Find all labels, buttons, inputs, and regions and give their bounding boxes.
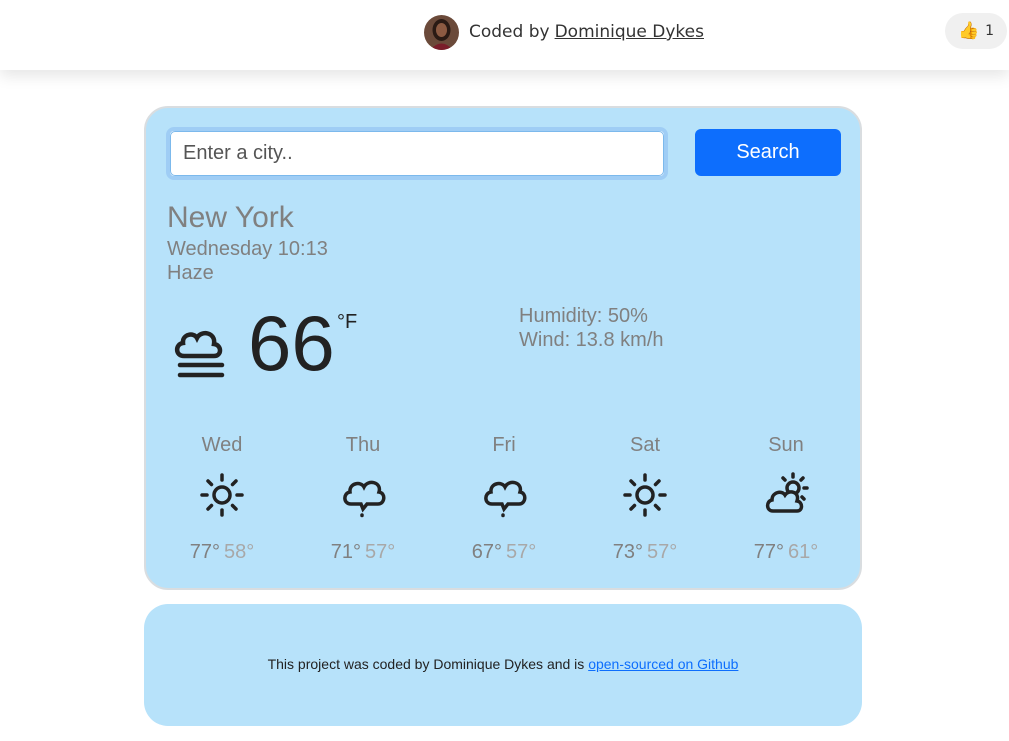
forecast-day: Sat 73° 57° (590, 434, 700, 564)
weather-details: Humidity: 50% Wind: 13.8 km/h (519, 304, 664, 352)
footer-card: This project was coded by Dominique Dyke… (144, 604, 862, 726)
github-link[interactable]: open-sourced on Github (588, 656, 738, 672)
forecast-max: 67° (471, 541, 502, 563)
footer-text: This project was coded by Dominique Dyke… (144, 656, 862, 672)
search-field-wrapper (166, 127, 668, 180)
footer-credit: This project was coded by Dominique Dyke… (267, 656, 585, 672)
avatar (424, 14, 459, 50)
rain-cloud-icon (343, 480, 386, 518)
author-credit: Coded by Dominique Dykes (424, 14, 704, 50)
humidity: Humidity: 50% (519, 305, 648, 327)
forecast-max: 77° (753, 541, 784, 563)
wind-speed: Wind: 13.8 km/h (519, 329, 664, 351)
forecast-day: Sun 77° 61° (731, 434, 841, 564)
forecast-day: Thu 71° 57° (308, 434, 418, 564)
like-count: 1 (985, 23, 995, 39)
forecast-day-name: Sun (768, 434, 804, 456)
forecast: Wed 77° 58° Thu 71° 57° Fri 67° 57° Sat … (146, 434, 864, 574)
sun-icon (200, 473, 244, 517)
author-link[interactable]: Dominique Dykes (555, 22, 704, 42)
forecast-min: 61° (788, 541, 819, 563)
forecast-max: 77° (189, 541, 220, 563)
rain-cloud-icon (484, 480, 527, 518)
top-bar: Coded by Dominique Dykes 👍 1 (0, 0, 1009, 70)
forecast-day-name: Thu (345, 434, 381, 456)
forecast-day-name: Wed (201, 434, 243, 456)
forecast-temps: 67° 57° (449, 541, 559, 564)
forecast-min: 57° (506, 541, 537, 563)
forecast-temps: 77° 58° (167, 541, 277, 564)
forecast-day-name: Fri (492, 434, 516, 456)
current-datetime: Wednesday 10:13 (167, 238, 328, 260)
forecast-temps: 77° 61° (731, 541, 841, 564)
forecast-day: Fri 67° 57° (449, 434, 559, 564)
forecast-min: 58° (224, 541, 255, 563)
weather-description: Haze (167, 262, 214, 284)
current-temperature: 66 (248, 299, 335, 387)
temperature-unit: °F (337, 311, 358, 333)
partly-cloudy-icon (765, 472, 809, 513)
sun-icon (623, 473, 667, 517)
forecast-day: Wed 77° 58° (167, 434, 277, 564)
credit-prefix: Coded by (469, 22, 550, 42)
forecast-max: 73° (612, 541, 643, 563)
thumbs-up-icon: 👍 (957, 21, 980, 41)
search-button[interactable]: Search (695, 129, 841, 176)
weather-card: Search New York Wednesday 10:13 Haze 66 … (144, 106, 862, 590)
forecast-min: 57° (647, 541, 678, 563)
forecast-temps: 71° 57° (308, 541, 418, 564)
forecast-min: 57° (365, 541, 396, 563)
like-button[interactable]: 👍 1 (945, 13, 1007, 49)
forecast-day-name: Sat (629, 434, 661, 456)
forecast-temps: 73° 57° (590, 541, 700, 564)
forecast-max: 71° (330, 541, 361, 563)
city-name: New York (167, 201, 294, 234)
city-search-input[interactable] (170, 131, 664, 176)
current-info: Wednesday 10:13 Haze (167, 237, 328, 285)
haze-icon (174, 330, 225, 378)
